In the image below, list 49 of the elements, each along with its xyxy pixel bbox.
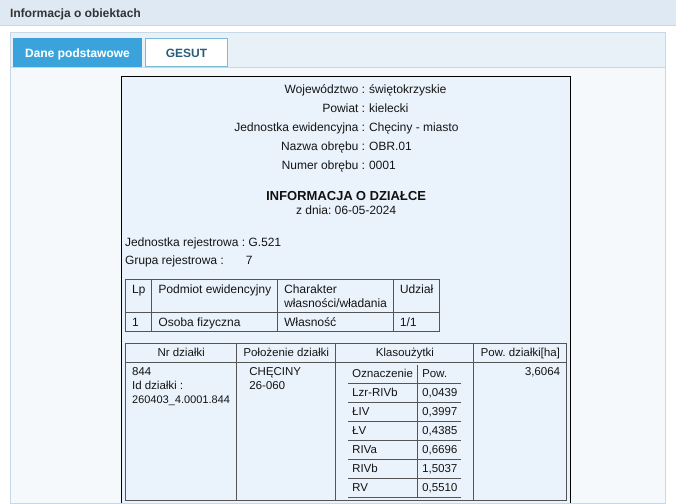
column-header: Oznaczenie: [348, 365, 418, 384]
register-group-label: Grupa rejestrowa :: [125, 252, 224, 269]
table-cell: RIVb: [348, 460, 418, 478]
column-header: Charakter własności/władania: [278, 280, 394, 312]
field-value: Chęciny - miasto: [369, 119, 460, 136]
column-header: Podmiot ewidencyjny: [152, 280, 278, 312]
document-date: z dnia: 06-05-2024: [296, 203, 396, 218]
field-value: OBR.01: [369, 138, 413, 155]
column-header: Udział: [393, 280, 440, 312]
parcel-number: 844: [132, 365, 152, 379]
field-label: Numer obrębu :: [280, 157, 365, 174]
table-cell: 1/1: [393, 312, 440, 332]
parcel-postcode: 26-060: [249, 379, 286, 393]
column-header: Lp: [126, 280, 152, 312]
field-label: Jednostka ewidencyjna :: [233, 119, 365, 136]
column-header: Klasoużytki: [336, 344, 474, 362]
field-value: 0001: [369, 157, 397, 174]
table-cell: 3,6064: [474, 362, 566, 500]
parcel-id-label: Id działki :: [132, 379, 184, 393]
column-header: Pow. działki[ha]: [474, 344, 566, 362]
column-header: Pow.: [418, 365, 462, 384]
table-cell: ŁIV: [348, 402, 418, 422]
tab[interactable]: GESUT: [144, 38, 228, 67]
table-cell: RV: [348, 478, 418, 498]
table-cell: Lzr-RIVb: [348, 384, 418, 402]
field-value: kielecki: [369, 100, 410, 117]
table-cell: Własność: [278, 312, 394, 332]
table-cell: ŁV: [348, 422, 418, 440]
parcel-place: CHĘCINY: [249, 365, 301, 379]
parcel-id: 260403_4.0001.844: [132, 393, 230, 407]
register-group-value: 7: [246, 252, 252, 269]
document-heading: INFORMACJA O DZIAŁCE: [266, 188, 426, 203]
table-cell: 0,3997: [418, 402, 462, 422]
table-cell: 0,5510: [418, 478, 462, 498]
register-unit: Jednostka rejestrowa : G.521: [125, 234, 282, 251]
field-value: świętokrzyskie: [369, 81, 448, 98]
table-cell: 0,6696: [418, 440, 462, 460]
field-label: Nazwa obrębu :: [280, 138, 365, 155]
table-cell: RIVa: [348, 440, 418, 460]
table-cell: 0,4385: [418, 422, 462, 440]
window-title: Informacja o obiektach: [10, 4, 141, 22]
table-cell: 1: [126, 312, 152, 332]
field-label: Powiat :: [321, 100, 365, 117]
field-label: Województwo :: [284, 81, 365, 98]
column-header: Położenie działki: [236, 344, 336, 362]
table-cell: Osoba fizyczna: [152, 312, 278, 332]
column-header: Nr działki: [126, 344, 237, 362]
table-cell: 1,5037: [418, 460, 462, 478]
table-cell: 0,0439: [418, 384, 462, 402]
